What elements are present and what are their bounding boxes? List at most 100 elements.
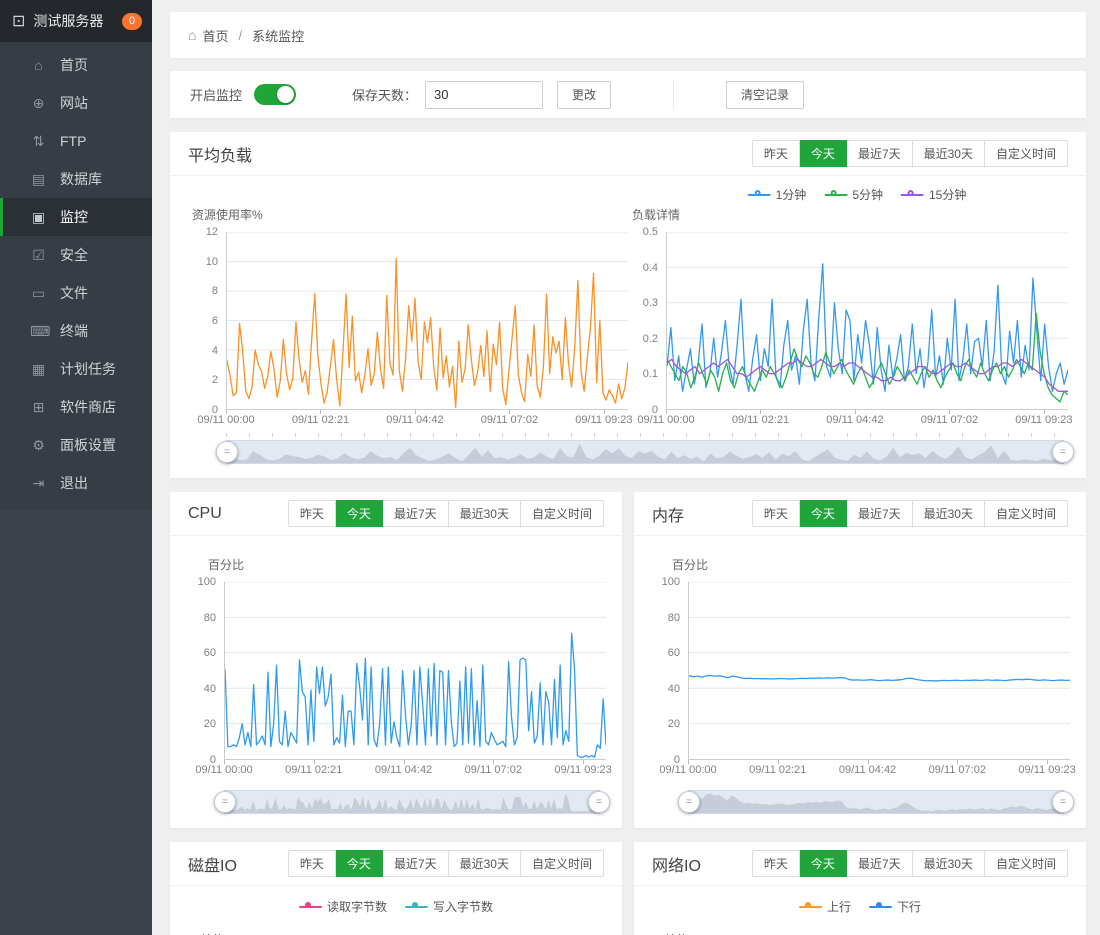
time-range-button-1[interactable]: 今天 (800, 500, 847, 527)
chart-plot: 00.10.20.30.40.509/11 00:0009/11 02:2109… (628, 232, 1068, 428)
time-range-button-3[interactable]: 最近30天 (913, 140, 985, 167)
server-header: ⊡ 测试服务器 0 (0, 0, 152, 42)
time-range-button-3[interactable]: 最近30天 (449, 850, 521, 877)
time-range-button-0[interactable]: 昨天 (752, 850, 800, 877)
time-range-button-2[interactable]: 最近7天 (383, 850, 449, 877)
datazoom-slider[interactable]: == (224, 790, 600, 814)
time-range-button-0[interactable]: 昨天 (288, 500, 336, 527)
avg-load-header: 平均负载 昨天今天最近7天最近30天自定义时间 (170, 132, 1086, 176)
legend-item-0[interactable]: 1分钟 (748, 186, 807, 203)
sidebar-item-database[interactable]: ▤数据库 (0, 160, 152, 198)
legend-label: 1分钟 (776, 186, 807, 203)
network-io-legend: 上行 下行 (650, 886, 1070, 915)
y-tick-label: 0.1 (643, 368, 658, 380)
files-icon: ▭ (30, 285, 47, 302)
datazoom-handle-right[interactable]: = (588, 791, 610, 813)
legend-marker (799, 902, 822, 912)
x-axis: 09/11 00:0009/11 02:2109/11 04:4209/11 0… (666, 410, 1068, 428)
time-range-button-4[interactable]: 自定义时间 (985, 140, 1068, 167)
message-count-badge[interactable]: 0 (122, 13, 142, 30)
time-range-button-1[interactable]: 今天 (800, 850, 847, 877)
time-range-button-4[interactable]: 自定义时间 (985, 850, 1068, 877)
sidebar-item-label: 安全 (60, 245, 88, 265)
sidebar-item-settings[interactable]: ⚙面板设置 (0, 426, 152, 464)
plot-area (226, 232, 628, 410)
datazoom-slider[interactable]: == (226, 440, 1064, 464)
sidebar-item-monitor[interactable]: ▣监控 (0, 198, 152, 236)
legend-dot (908, 190, 914, 196)
y-tick-label: 0.3 (643, 297, 658, 309)
sidebar-item-site[interactable]: ⊕网站 (0, 84, 152, 122)
time-range-button-4[interactable]: 自定义时间 (521, 850, 604, 877)
time-range-button-2[interactable]: 最近7天 (847, 500, 913, 527)
chart-title: 负载详情 (632, 206, 1068, 223)
datazoom-slider[interactable]: == (688, 790, 1064, 814)
datazoom-handle-right[interactable]: = (1052, 791, 1074, 813)
time-range-button-4[interactable]: 自定义时间 (521, 500, 604, 527)
breadcrumb-home-link[interactable]: 首页 (202, 26, 228, 45)
legend-item-1[interactable]: 下行 (869, 898, 921, 915)
sidebar-item-files[interactable]: ▭ 文件 (0, 274, 152, 312)
time-range-button-2[interactable]: 最近7天 (847, 140, 913, 167)
disk-io-header: 磁盘IO 昨天今天最近7天最近30天自定义时间 (170, 842, 622, 886)
chart-title: 资源使用率% (192, 206, 628, 223)
time-range-button-4[interactable]: 自定义时间 (985, 500, 1068, 527)
chart-title: 百分比 (208, 556, 606, 573)
legend-item-0[interactable]: 读取字节数 (299, 898, 387, 915)
unit-label: 单位:KB/s (664, 931, 1070, 935)
time-range-button-1[interactable]: 今天 (336, 850, 383, 877)
sidebar-item-home[interactable]: ⌂首页 (0, 46, 152, 84)
time-range-button-3[interactable]: 最近30天 (913, 500, 985, 527)
datazoom-handle-right[interactable]: = (1052, 441, 1074, 463)
sidebar-item-security[interactable]: ☑安全 (0, 236, 152, 274)
cpu-chart: 百分比 02040608010009/11 00:0009/11 02:2109… (186, 556, 606, 778)
toggle-knob (277, 86, 294, 103)
legend-item-0[interactable]: 上行 (799, 898, 851, 915)
clear-records-button[interactable]: 清空记录 (726, 81, 804, 109)
sidebar-item-ftp[interactable]: ⇅FTP (0, 122, 152, 160)
plot-area (688, 582, 1070, 760)
appstore-icon: ⊞ (30, 399, 47, 416)
avg-datazoom-wrap: == (226, 440, 1064, 464)
sidebar-item-logout[interactable]: ⇥退出 (0, 464, 152, 502)
time-range-button-0[interactable]: 昨天 (288, 850, 336, 877)
time-range-button-1[interactable]: 今天 (336, 500, 383, 527)
datazoom-handle-left[interactable]: = (216, 441, 238, 463)
save-days-input[interactable] (425, 81, 543, 109)
memory-header: 内存 昨天今天最近7天最近30天自定义时间 (634, 492, 1086, 536)
change-button[interactable]: 更改 (557, 81, 611, 109)
sidebar-item-cron[interactable]: ▦计划任务 (0, 350, 152, 388)
breadcrumb-separator: / (238, 28, 242, 43)
cpu-memory-row: CPU 昨天今天最近7天最近30天自定义时间 百分比 0204060801000… (170, 492, 1086, 828)
y-tick-label: 60 (668, 647, 680, 659)
sidebar-item-terminal[interactable]: ⌨终端 (0, 312, 152, 350)
time-range-button-1[interactable]: 今天 (800, 140, 847, 167)
y-tick-label: 40 (204, 683, 216, 695)
sidebar-item-appstore[interactable]: ⊞软件商店 (0, 388, 152, 426)
chart-plot: 02468101209/11 00:0009/11 02:2109/11 04:… (188, 232, 628, 428)
network-io-body: 上行下行 单位:KB/s 1,400 (634, 886, 1086, 935)
sidebar-item-label: 文件 (60, 283, 88, 303)
section-title: CPU (188, 505, 222, 523)
site-icon: ⊕ (30, 95, 47, 112)
ftp-icon: ⇅ (30, 133, 47, 150)
disk-io-legend: 读取字节数 写入字节数 (186, 886, 606, 915)
datazoom-handle-left[interactable]: = (214, 791, 236, 813)
time-range-button-2[interactable]: 最近7天 (383, 500, 449, 527)
time-range-button-0[interactable]: 昨天 (752, 140, 800, 167)
time-range-button-3[interactable]: 最近30天 (449, 500, 521, 527)
legend-item-1[interactable]: 写入字节数 (405, 898, 493, 915)
monitor-controls-bar: 开启监控 保存天数： 更改 清空记录 (170, 71, 1086, 118)
time-range-button-0[interactable]: 昨天 (752, 500, 800, 527)
monitor-icon: ▣ (30, 209, 47, 226)
memory-body: 百分比 02040608010009/11 00:0009/11 02:2109… (634, 536, 1086, 828)
monitor-toggle[interactable] (254, 84, 296, 105)
time-range-button-3[interactable]: 最近30天 (913, 850, 985, 877)
datazoom-handle-left[interactable]: = (678, 791, 700, 813)
y-tick-label: 0.2 (643, 333, 658, 345)
legend-item-1[interactable]: 5分钟 (824, 186, 883, 203)
time-range-group: 昨天今天最近7天最近30天自定义时间 (288, 850, 604, 877)
x-tick-label: 09/11 04:42 (826, 414, 883, 426)
legend-item-2[interactable]: 15分钟 (901, 186, 966, 203)
time-range-button-2[interactable]: 最近7天 (847, 850, 913, 877)
